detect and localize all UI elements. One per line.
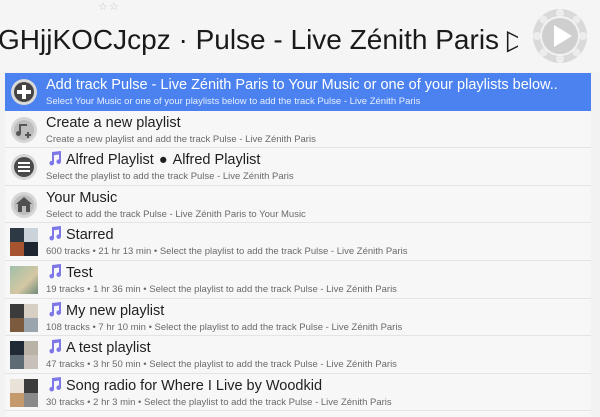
list-item-playlist-test[interactable]: Test 19 tracks • 1 hr 36 min • Select th… — [5, 261, 591, 299]
list-item-title: Song radio for Where I Live by Woodkid — [46, 376, 322, 396]
playlist-name: Song radio for Where I Live by Woodkid — [66, 377, 323, 394]
playlist-name: A test playlist — [66, 340, 151, 357]
new-playlist-icon — [10, 116, 38, 144]
list-item-title: My new playlist — [46, 301, 164, 321]
list-item-subtitle: Select Your Music or one of your playlis… — [46, 96, 421, 107]
music-note-icon — [46, 376, 62, 392]
list-item-title: Your Music — [46, 189, 118, 206]
play-icon[interactable] — [532, 8, 588, 64]
list-item-subtitle: 19 tracks • 1 hr 36 min • Select the pla… — [46, 283, 397, 295]
list-item-subtitle: 30 tracks • 2 hr 3 min • Select the play… — [46, 396, 392, 408]
list-item-your-music[interactable]: Your Music Select to add the track Pulse… — [5, 186, 591, 224]
playlist-name: Starred — [66, 227, 114, 244]
playlist-name-extra: Alfred Playlist — [172, 152, 261, 169]
list-item-subtitle: Select the playlist to add the track Pul… — [46, 171, 294, 183]
album-art — [10, 265, 38, 294]
list-item-playlist-a-test-playlist[interactable]: A test playlist 47 tracks • 3 hr 50 min … — [5, 336, 591, 374]
list-item-title: Starred — [46, 225, 114, 245]
album-art — [10, 228, 38, 257]
list-icon — [10, 153, 38, 181]
list-item-subtitle: 600 tracks • 21 hr 13 min • Select the p… — [46, 246, 408, 258]
separator-dot: ● — [158, 152, 168, 169]
list-item-create-playlist[interactable]: Create a new playlist Create a new playl… — [5, 111, 591, 149]
list-item-add-track[interactable]: Add track Pulse - Live Zénith Paris to Y… — [5, 73, 591, 111]
result-header: ☆☆ GHjjKOCJcpz · Pulse - Live Zénith Par… — [0, 0, 600, 72]
playlist-name: My new playlist — [66, 302, 165, 319]
album-art — [10, 303, 38, 332]
music-note-icon — [46, 338, 62, 354]
music-note-icon — [46, 263, 62, 279]
list-item-subtitle: 47 tracks • 3 hr 50 min • Select the pla… — [46, 359, 397, 371]
list-item-title: A test playlist — [46, 338, 151, 358]
track-title: GHjjKOCJcpz · Pulse - Live Zénith Paris … — [0, 20, 518, 60]
home-icon — [10, 191, 38, 219]
album-art — [10, 341, 38, 370]
list-item-playlist-song-radio[interactable]: Song radio for Where I Live by Woodkid 3… — [5, 374, 591, 412]
playlist-name: Alfred Playlist — [66, 152, 154, 169]
play-arrow-icon: ▷ — [506, 24, 518, 55]
list-item-alfred-playlist[interactable]: Alfred Playlist ● Alfred Playlist Select t… — [5, 148, 591, 186]
playlist-name: Test — [66, 264, 93, 281]
list-item-title: Add track Pulse - Live Zénith Paris to Y… — [46, 77, 558, 93]
album-art — [10, 378, 38, 407]
results-list: Add track Pulse - Live Zénith Paris to Y… — [5, 73, 591, 417]
track-title-text: GHjjKOCJcpz · Pulse - Live Zénith Paris — [0, 24, 500, 55]
list-item-playlist-starred[interactable]: Starred 600 tracks • 21 hr 13 min • Sele… — [5, 223, 591, 261]
list-item-title: Create a new playlist — [46, 114, 181, 131]
list-item-title: Test — [46, 263, 93, 283]
rating-stars[interactable]: ☆☆ — [98, 0, 120, 13]
list-item-playlist-my-new-playlist[interactable]: My new playlist 108 tracks • 7 hr 10 min… — [5, 299, 591, 337]
plus-icon — [10, 78, 38, 106]
list-item-subtitle: Select to add the track Pulse - Live Zén… — [46, 208, 306, 220]
music-note-icon — [46, 225, 62, 241]
list-item-subtitle: 108 tracks • 7 hr 10 min • Select the pl… — [46, 321, 403, 333]
music-note-icon — [46, 301, 62, 317]
music-note-icon — [46, 150, 62, 166]
list-item-subtitle: Create a new playlist and add the track … — [46, 133, 316, 145]
list-item-title: Alfred Playlist ● Alfred Playlist — [46, 150, 260, 170]
